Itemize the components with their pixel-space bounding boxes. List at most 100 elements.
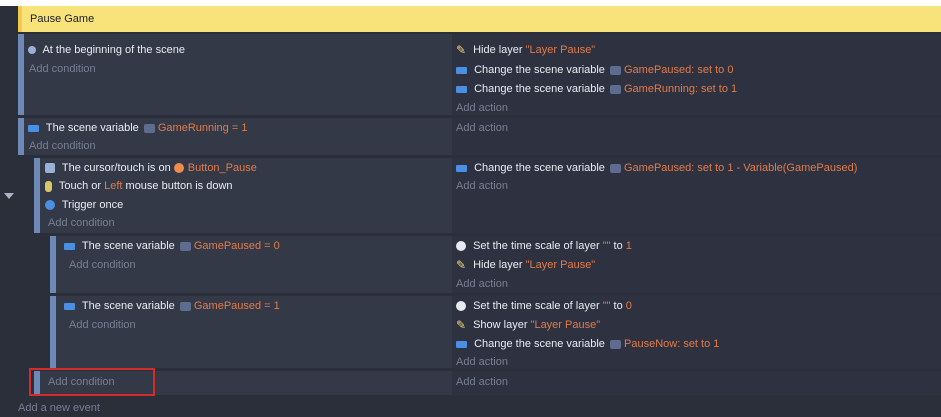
action-text: Show layer <box>473 319 531 331</box>
layer-name: "Layer Pause" <box>525 259 596 271</box>
add-action-label: Add action <box>456 278 508 290</box>
scene-variable-icon <box>456 340 467 348</box>
condition-text: Trigger once <box>61 199 124 211</box>
action-set-time-scale[interactable]: Set the time scale of layer "" to 1 <box>456 238 632 255</box>
add-action-label: Add action <box>456 376 508 388</box>
add-action-link[interactable]: Add action <box>456 354 508 371</box>
action-change-variable[interactable]: Change the scene variable PauseNow: set … <box>456 336 719 353</box>
condition-mouse-down[interactable]: Touch or Left mouse button is down <box>45 178 233 195</box>
condition-text: The scene variable <box>81 300 178 312</box>
hide-layer-icon: ✎ <box>456 258 467 273</box>
add-condition-link[interactable]: Add condition <box>69 257 136 274</box>
add-condition-label: Add condition <box>69 259 136 271</box>
action-text: to <box>610 300 626 312</box>
condition-text: Touch or <box>58 180 105 192</box>
action-change-variable[interactable]: Change the scene variable GamePaused: se… <box>456 62 733 79</box>
add-new-event-link[interactable]: Add a new event <box>18 400 100 417</box>
action-set-time-scale[interactable]: Set the time scale of layer "" to 0 <box>456 298 632 315</box>
condition-text: mouse button is down <box>122 180 233 192</box>
variable-name: GameRunning <box>624 83 695 95</box>
add-condition-link[interactable]: Add condition <box>48 215 115 232</box>
variable-icon <box>179 301 191 311</box>
variable-icon <box>610 339 621 349</box>
add-condition-label: Add condition <box>29 63 96 75</box>
action-value: : set to 1 <box>694 83 738 95</box>
action-show-layer[interactable]: ✎ Show layer "Layer Pause" <box>456 317 600 334</box>
event-2-actions <box>452 118 941 155</box>
condition-value: = 0 <box>261 240 280 252</box>
action-value: : set to 0 <box>691 64 734 76</box>
action-text: Change the scene variable <box>474 64 608 76</box>
cursor-icon <box>45 163 55 174</box>
add-condition-link[interactable]: Add condition <box>29 61 96 78</box>
show-layer-icon: ✎ <box>456 318 467 333</box>
condition-trigger-once[interactable]: Trigger once <box>45 197 123 214</box>
action-text: Hide layer <box>473 259 526 271</box>
add-action-link[interactable]: Add action <box>456 120 508 137</box>
add-condition-link[interactable]: Add condition <box>29 138 96 155</box>
condition-value: = 1 <box>261 300 280 312</box>
add-action-label: Add action <box>456 122 508 134</box>
add-action-link[interactable]: Add action <box>456 178 508 195</box>
scene-variable-icon <box>28 124 39 132</box>
action-change-variable[interactable]: Change the scene variable GameRunning: s… <box>456 81 737 98</box>
condition-text: At the beginning of the scene <box>42 44 185 56</box>
variable-name: GamePaused <box>193 300 262 312</box>
add-action-link[interactable]: Add action <box>456 374 508 391</box>
action-text: to <box>610 240 626 252</box>
time-scale-icon <box>456 241 466 252</box>
add-action-label: Add action <box>456 180 508 192</box>
hide-layer-icon: ✎ <box>456 43 467 58</box>
condition-cursor-on-object[interactable]: The cursor/touch is on Button_Pause <box>45 160 257 177</box>
action-value: : set to 1 - Variable(GamePaused) <box>691 162 858 174</box>
add-condition-label: Add condition <box>48 217 115 229</box>
variable-name: PauseNow <box>624 338 678 350</box>
scene-start-icon <box>28 46 36 55</box>
condition-text: The cursor/touch is on <box>61 162 174 174</box>
layer-name: "" <box>602 300 611 312</box>
action-hide-layer[interactable]: ✎ Hide layer "Layer Pause" <box>456 257 595 274</box>
variable-icon <box>610 163 621 173</box>
variable-icon <box>610 65 621 75</box>
action-text: Hide layer <box>473 44 526 56</box>
action-value: : set to 1 <box>677 338 720 350</box>
footer-actions <box>452 371 941 395</box>
action-text: Set the time scale of layer <box>473 300 603 312</box>
mouse-icon <box>45 180 52 192</box>
action-change-variable[interactable]: Change the scene variable GamePaused: se… <box>456 160 857 177</box>
add-action-link[interactable]: Add action <box>456 276 508 293</box>
collapse-arrow-icon[interactable] <box>4 193 14 199</box>
mouse-button: Left <box>104 180 123 192</box>
add-action-label: Add action <box>456 356 508 368</box>
action-text: Change the scene variable <box>474 162 608 174</box>
add-action-link[interactable]: Add action <box>456 100 508 117</box>
condition-scene-variable[interactable]: The scene variable GamePaused = 1 <box>64 298 280 315</box>
object-icon <box>173 163 184 174</box>
add-new-event-label: Add a new event <box>18 402 100 414</box>
add-condition-link[interactable]: Add condition <box>69 317 136 334</box>
trigger-once-icon <box>45 200 55 211</box>
condition-scene-variable[interactable]: The scene variable GameRunning = 1 <box>28 120 247 137</box>
add-condition-label: Add condition <box>29 140 96 152</box>
condition-value: = 1 <box>228 122 248 134</box>
action-text: Change the scene variable <box>474 338 608 350</box>
variable-name: GamePaused <box>624 162 692 174</box>
variable-name: GameRunning <box>157 122 229 134</box>
variable-name: GamePaused <box>624 64 692 76</box>
scene-variable-icon <box>64 242 75 250</box>
action-text: Set the time scale of layer <box>473 240 603 252</box>
action-text: Change the scene variable <box>474 83 608 95</box>
condition-scene-start[interactable]: At the beginning of the scene <box>28 42 185 59</box>
variable-icon <box>143 123 155 133</box>
variable-icon <box>610 84 621 94</box>
action-hide-layer[interactable]: ✎ Hide layer "Layer Pause" <box>456 42 595 59</box>
event-group-header[interactable]: Pause Game <box>18 6 941 32</box>
layer-name: "" <box>602 240 611 252</box>
condition-text: The scene variable <box>45 122 142 134</box>
add-action-label: Add action <box>456 102 508 114</box>
layer-name: "Layer Pause" <box>525 44 596 56</box>
condition-text: The scene variable <box>81 240 178 252</box>
object-name: Button_Pause <box>187 162 257 174</box>
condition-scene-variable[interactable]: The scene variable GamePaused = 0 <box>64 238 280 255</box>
action-value: 0 <box>625 300 632 312</box>
